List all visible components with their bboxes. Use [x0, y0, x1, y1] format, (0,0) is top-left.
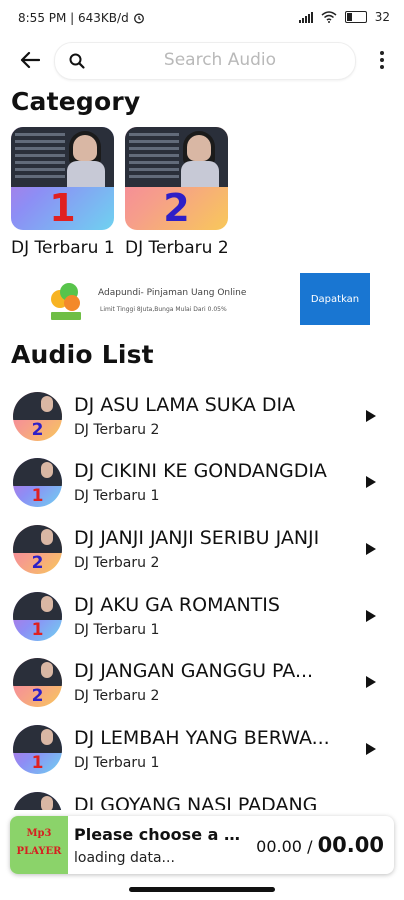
audio-category: DJ Terbaru 2	[74, 555, 160, 571]
audio-title: DJ CIKINI KE GONDANGDIA	[74, 460, 327, 482]
status-left: 8:55 PM | 643KB/d	[18, 11, 145, 25]
ad-cta-button[interactable]: Dapatkan	[300, 273, 370, 325]
audio-thumbnail: 1	[13, 725, 62, 774]
time-separator: /	[307, 837, 313, 856]
ad-subtitle: Limit Tinggi 8Juta,Bunga Mulai Dari 0.05…	[100, 306, 227, 313]
play-icon[interactable]	[366, 476, 376, 488]
category-title: Category	[11, 87, 141, 116]
list-item[interactable]: 2 DJ JANJI JANJI SERIBU JANJI DJ Terbaru…	[0, 523, 404, 585]
audio-title: DJ ASU LAMA SUKA DIA	[74, 394, 296, 416]
audio-thumbnail: 2	[13, 658, 62, 707]
search-input[interactable]: Search Audio	[54, 42, 356, 80]
battery-level: 32	[374, 10, 390, 24]
list-item[interactable]: 2 DJ ASU LAMA SUKA DIA DJ Terbaru 2	[0, 390, 404, 452]
category-card-2[interactable]: 2 DJ Terbaru 2	[125, 127, 230, 258]
category-label: DJ Terbaru 2	[125, 238, 229, 258]
audio-category: DJ Terbaru 1	[74, 622, 160, 638]
audio-list[interactable]: 2 DJ ASU LAMA SUKA DIA DJ Terbaru 2 1 DJ…	[0, 390, 404, 810]
player-title: Please choose a so..	[74, 825, 244, 844]
audio-list-title: Audio List	[11, 340, 154, 369]
back-button[interactable]	[14, 44, 46, 76]
alarm-icon	[133, 13, 144, 24]
status-bar: 8:55 PM | 643KB/d 32	[0, 0, 404, 38]
search-icon	[69, 53, 85, 69]
arrow-left-icon	[20, 51, 40, 69]
list-item[interactable]: 1 DJ LEMBAH YANG BERWA... DJ Terbaru 1	[0, 723, 404, 785]
mini-player[interactable]: Mp3 PLAYER Please choose a so.. loading …	[10, 816, 394, 874]
play-icon[interactable]	[366, 410, 376, 422]
category-thumbnail: 2	[125, 127, 228, 230]
more-vert-icon	[380, 51, 384, 55]
battery-icon	[344, 11, 367, 23]
list-item[interactable]: 1 DJ AKU GA ROMANTIS DJ Terbaru 1	[0, 590, 404, 652]
audio-thumbnail: 2	[13, 392, 62, 441]
mp3-player-logo: Mp3 PLAYER	[10, 816, 68, 874]
status-right: 32	[298, 10, 390, 24]
audio-title: DJ GOYANG NASI PADANG	[74, 794, 318, 810]
duration: 00.00	[317, 833, 384, 857]
ad-logo-icon	[51, 283, 81, 320]
play-icon[interactable]	[366, 676, 376, 688]
search-placeholder: Search Audio	[163, 50, 277, 70]
audio-thumbnail	[13, 792, 62, 810]
list-item[interactable]: 1 DJ CIKINI KE GONDANGDIA DJ Terbaru 1	[0, 456, 404, 518]
audio-thumbnail: 1	[13, 458, 62, 507]
signal-icon	[298, 11, 313, 23]
audio-title: DJ JANGAN GANGGU PA...	[74, 660, 314, 682]
logo-line-2: PLAYER	[16, 846, 62, 857]
player-status: loading data...	[74, 850, 175, 866]
audio-title: DJ AKU GA ROMANTIS	[74, 594, 280, 616]
audio-thumbnail: 1	[13, 592, 62, 641]
category-number: 1	[49, 186, 76, 230]
play-icon[interactable]	[366, 610, 376, 622]
ad-banner[interactable]: Adapundi- Pinjaman Uang Online Limit Tin…	[40, 273, 370, 327]
play-icon[interactable]	[366, 543, 376, 555]
audio-category: DJ Terbaru 1	[74, 488, 160, 504]
play-icon[interactable]	[366, 743, 376, 755]
category-number: 2	[163, 186, 190, 230]
category-card-1[interactable]: 1 DJ Terbaru 1	[11, 127, 116, 258]
audio-thumbnail: 2	[13, 525, 62, 574]
player-time: 00.00 / 00.00	[256, 833, 384, 857]
category-thumbnail: 1	[11, 127, 114, 230]
audio-category: DJ Terbaru 2	[74, 422, 160, 438]
list-item[interactable]: DJ GOYANG NASI PADANG	[0, 790, 404, 810]
audio-title: DJ LEMBAH YANG BERWA...	[74, 727, 330, 749]
top-bar: Search Audio	[0, 40, 404, 80]
ad-title: Adapundi- Pinjaman Uang Online	[98, 288, 247, 298]
current-time: 00.00	[256, 837, 302, 856]
audio-title: DJ JANJI JANJI SERIBU JANJI	[74, 527, 320, 549]
home-indicator[interactable]	[129, 887, 275, 892]
audio-category: DJ Terbaru 2	[74, 688, 160, 704]
wifi-icon	[321, 11, 337, 23]
category-label: DJ Terbaru 1	[11, 238, 115, 258]
more-options-button[interactable]	[370, 44, 394, 76]
logo-line-1: Mp3	[26, 828, 52, 839]
audio-category: DJ Terbaru 1	[74, 755, 160, 771]
list-item[interactable]: 2 DJ JANGAN GANGGU PA... DJ Terbaru 2	[0, 656, 404, 718]
status-time: 8:55 PM | 643KB/d	[18, 11, 129, 25]
